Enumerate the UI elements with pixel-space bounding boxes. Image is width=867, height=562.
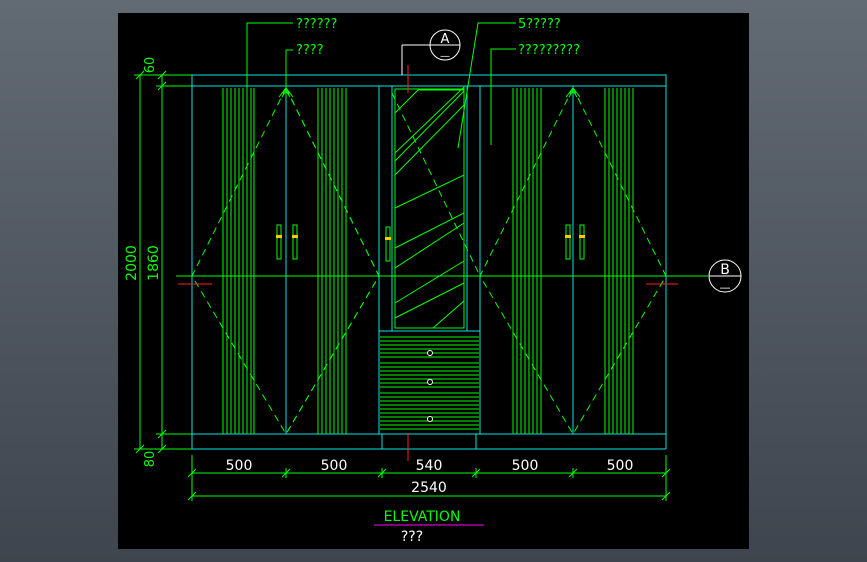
- vertical-dimension-lines: [134, 70, 192, 454]
- dim-horizontal-1: 500: [226, 458, 253, 474]
- section-line-marks: [178, 65, 678, 461]
- dim-vertical-top: 60: [143, 57, 158, 74]
- callout-label-2: ????: [296, 43, 324, 58]
- section-marker-a: A —: [401, 29, 461, 75]
- cad-drawing-area: B — A — ?????? ???? 5????? ????????? 200…: [118, 13, 749, 549]
- dim-vertical-bottom: 80: [143, 451, 158, 468]
- mirror-pattern: [394, 85, 465, 329]
- drawer-knobs: [427, 350, 433, 422]
- callout-label-3: 5?????: [518, 17, 561, 32]
- section-b-label: B: [720, 262, 730, 278]
- dim-horizontal-4: 500: [512, 458, 539, 474]
- dim-horizontal-total: 2540: [411, 480, 447, 496]
- section-marker-b: B —: [708, 259, 742, 294]
- drawing-subtitle: ???: [401, 529, 423, 545]
- dim-horizontal-2: 500: [321, 458, 348, 474]
- section-a-sub: —: [440, 51, 450, 62]
- dim-vertical-middle: 1860: [146, 245, 162, 281]
- drawing-title: ELEVATION: [384, 509, 461, 525]
- dim-vertical-total: 2000: [124, 245, 140, 281]
- section-a-label: A: [441, 32, 450, 47]
- callout-label-4: ?????????: [518, 43, 580, 58]
- elevation-drawing: B — A — ?????? ???? 5????? ????????? 200…: [124, 17, 742, 545]
- dim-horizontal-3: 540: [416, 458, 443, 474]
- callout-label-1: ??????: [296, 17, 337, 32]
- section-b-sub: —: [720, 281, 731, 294]
- dim-horizontal-5: 500: [607, 458, 634, 474]
